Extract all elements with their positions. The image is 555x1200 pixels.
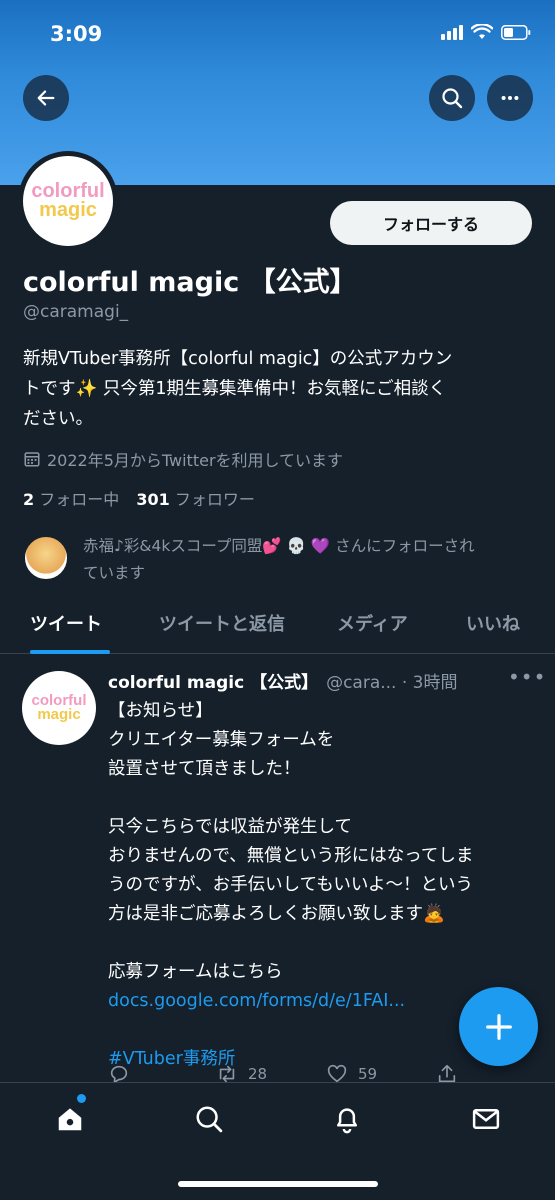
more-icon: [501, 95, 519, 101]
arrow-left-icon: [37, 90, 55, 106]
tweet-line: クリエイター募集フォームを: [108, 730, 335, 750]
search-icon: [196, 1106, 223, 1133]
status-icons: [441, 24, 531, 40]
nav-home[interactable]: [50, 1099, 90, 1139]
tweet-header: colorful magic 【公式】 @cara... · 3時間: [108, 668, 458, 693]
following-label: フォロー中: [39, 490, 120, 509]
follower-avatar: [23, 535, 69, 581]
tweet-line: [108, 784, 533, 813]
nav-explore[interactable]: [189, 1099, 229, 1139]
followers-label: フォロワー: [174, 490, 255, 509]
like-count: 59: [358, 1065, 378, 1082]
wifi-icon: [471, 24, 493, 39]
calendar-icon: [24, 452, 40, 467]
followers-link[interactable]: 301 フォロワー: [136, 490, 255, 509]
followers-count: 301: [136, 490, 170, 509]
signal-icon: [441, 24, 463, 40]
tab-media[interactable]: メディア: [337, 610, 408, 636]
home-icon: [58, 1108, 82, 1131]
tweet-line: 【お知らせ】: [108, 701, 213, 721]
compose-tweet-button[interactable]: [459, 987, 538, 1066]
share-button[interactable]: [436, 1063, 458, 1082]
avatar-logo: colorful magic: [23, 156, 113, 246]
more-button[interactable]: [487, 75, 533, 121]
share-icon: [438, 1064, 456, 1082]
heart-icon: [327, 1064, 347, 1082]
profile-display-name: colorful magic 【公式】: [23, 267, 357, 298]
follow-stats: 2 フォロー中 301 フォロワー: [23, 486, 255, 510]
search-icon: [442, 88, 463, 109]
tweet-line: おりませんので、無償という形にはなってしま: [108, 846, 474, 866]
nav-messages[interactable]: [466, 1099, 506, 1139]
tweet-line: 只今こちらでは収益が発生して: [108, 817, 352, 837]
tab-tweets-replies[interactable]: ツイートと返信: [159, 610, 285, 636]
joined-date: 2022年5月からTwitterを利用しています: [23, 447, 343, 471]
follow-button[interactable]: フォローする: [330, 201, 532, 245]
retweet-button[interactable]: 28: [216, 1063, 267, 1082]
tweet-line: [108, 929, 533, 958]
tweet-more-button[interactable]: •••: [508, 665, 546, 689]
tweet-line: 設置させて頂きました！: [108, 759, 301, 779]
plus-icon: [485, 1013, 512, 1040]
status-time: 3:09: [50, 22, 103, 46]
home-indicator[interactable]: [178, 1181, 378, 1187]
reply-button[interactable]: [108, 1063, 130, 1082]
profile-bio: 新規VTuber事務所【colorful magic】の公式アカウン トです✨ …: [23, 344, 533, 434]
bio-line: トです✨ 只今第1期生募集準備中！お気軽にご相談く: [23, 379, 447, 399]
tweet-author-name[interactable]: colorful magic 【公式】: [108, 673, 318, 693]
profile-handle: @caramagi_: [23, 302, 129, 322]
bio-line: 新規VTuber事務所【colorful magic】の公式アカウン: [23, 349, 453, 369]
active-tab-indicator: [30, 650, 110, 654]
back-button[interactable]: [23, 75, 69, 121]
fyk-line: 赤福♪彩&4kスコープ同盟💕 💀 💜 さんにフォローされ: [83, 537, 475, 555]
tweet-line: 応募フォームはこちら: [108, 962, 283, 982]
profile-avatar[interactable]: colorful magic: [18, 151, 118, 251]
following-count: 2: [23, 490, 35, 509]
home-notification-dot: [77, 1094, 86, 1103]
bottom-nav: [0, 1082, 555, 1200]
bio-line: ださい。: [23, 409, 93, 429]
nav-notifications[interactable]: [327, 1099, 367, 1139]
tab-tweets[interactable]: ツイート: [30, 610, 102, 636]
fyk-line: ています: [83, 564, 146, 582]
search-button[interactable]: [429, 75, 475, 121]
tweet-line: 方は是非ご応募よろしくお願い致します🙇: [108, 904, 445, 924]
bell-icon: [337, 1108, 357, 1134]
tweet-author-meta: @cara... · 3時間: [326, 673, 458, 693]
followers-you-know-text: 赤福♪彩&4kスコープ同盟💕 💀 💜 さんにフォローされ ています: [83, 533, 543, 587]
logo-line2: magic: [39, 199, 97, 221]
retweet-count: 28: [248, 1065, 268, 1082]
retweet-icon: [219, 1065, 235, 1082]
battery-icon: [501, 24, 531, 40]
tab-likes[interactable]: いいね: [466, 610, 520, 636]
logo-line2: magic: [37, 706, 81, 723]
mail-icon: [472, 1109, 500, 1129]
joined-text: 2022年5月からTwitterを利用しています: [47, 451, 344, 470]
following-link[interactable]: 2 フォロー中: [23, 490, 119, 509]
tweet-line: うのですが、お手伝いしてもいいよ〜！という: [108, 875, 474, 895]
like-button[interactable]: 59: [326, 1063, 377, 1082]
reply-icon: [110, 1065, 128, 1082]
tweet-avatar[interactable]: colorful magic: [22, 671, 96, 745]
profile-tabs: ツイート ツイートと返信 メディア いいね: [0, 600, 555, 654]
